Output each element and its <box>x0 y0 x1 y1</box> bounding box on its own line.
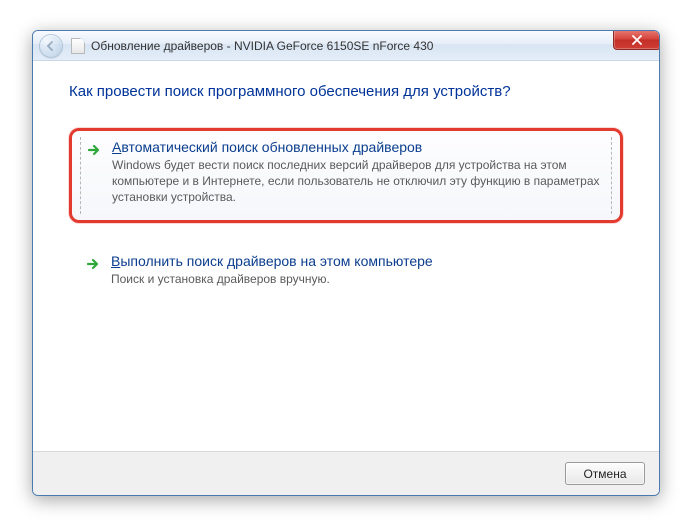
option-browse-computer[interactable]: Выполнить поиск драйверов на этом компью… <box>69 243 623 301</box>
back-arrow-icon <box>45 40 57 52</box>
document-icon <box>71 38 85 54</box>
option-description: Windows будет вести поиск последних верс… <box>112 157 602 206</box>
option-title: Автоматический поиск обновленных драйвер… <box>112 139 602 155</box>
close-button[interactable] <box>613 30 660 50</box>
cancel-button[interactable]: Отмена <box>565 462 645 485</box>
window-title: Обновление драйверов - NVIDIA GeForce 61… <box>91 39 433 53</box>
arrow-right-icon <box>83 256 103 287</box>
option-description: Поиск и установка драйверов вручную. <box>111 271 609 287</box>
close-icon <box>631 35 643 45</box>
back-button[interactable] <box>39 34 63 58</box>
content-area: Как провести поиск программного обеспече… <box>33 61 659 451</box>
option-body: Автоматический поиск обновленных драйвер… <box>112 139 602 206</box>
option-body: Выполнить поиск драйверов на этом компью… <box>111 253 609 287</box>
option-auto-search[interactable]: Автоматический поиск обновленных драйвер… <box>69 128 623 223</box>
option-title: Выполнить поиск драйверов на этом компью… <box>111 253 609 269</box>
page-heading: Как провести поиск программного обеспече… <box>69 83 623 100</box>
options-list: Автоматический поиск обновленных драйвер… <box>69 128 623 301</box>
titlebar[interactable]: Обновление драйверов - NVIDIA GeForce 61… <box>33 31 659 61</box>
footer: Отмена <box>33 451 659 495</box>
driver-update-wizard: Обновление драйверов - NVIDIA GeForce 61… <box>32 30 660 496</box>
arrow-right-icon <box>84 142 104 206</box>
